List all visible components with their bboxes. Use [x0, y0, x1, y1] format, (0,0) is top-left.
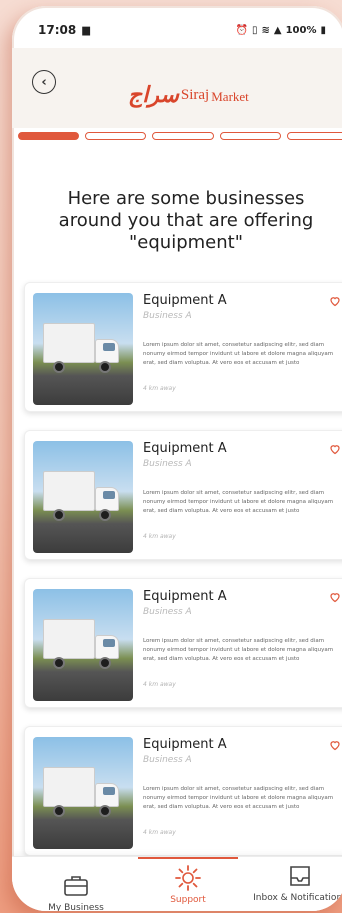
listing-business: Business A — [143, 755, 192, 765]
status-bar: 17:08 ▆ ⏰ ▯ ≋ ▲ 100% ▮ — [12, 6, 342, 46]
listing-distance: 4 km away — [143, 681, 176, 688]
truck-image — [33, 441, 133, 553]
listing-business: Business A — [143, 311, 192, 321]
listing-card[interactable]: Equipment A Business A Lorem ipsum dolor… — [24, 430, 342, 560]
logo-mark: سراج — [128, 82, 179, 108]
back-button[interactable]: ‹ — [32, 70, 56, 94]
siraj-market-logo: سراج Siraj Market — [128, 82, 249, 108]
progress-step-4 — [219, 132, 281, 140]
nav-support[interactable]: Support — [138, 857, 238, 905]
briefcase-icon — [64, 876, 88, 896]
listing-business: Business A — [143, 459, 192, 469]
listing-list: Equipment A Business A Lorem ipsum dolor… — [24, 282, 342, 874]
heart-icon[interactable] — [329, 591, 341, 603]
listing-title: Equipment A — [143, 441, 227, 456]
listing-title: Equipment A — [143, 589, 227, 604]
listing-business: Business A — [143, 607, 192, 617]
active-tab-indicator — [138, 857, 238, 859]
progress-step-2 — [85, 132, 147, 140]
phone-screen: 17:08 ▆ ⏰ ▯ ≋ ▲ 100% ▮ ‹ سراج Siraj Mark… — [12, 6, 342, 911]
truck-image — [33, 737, 133, 849]
listing-description: Lorem ipsum dolor sit amet, consetetur s… — [143, 638, 334, 662]
app-header: ‹ سراج Siraj Market — [12, 48, 342, 128]
truck-image — [33, 589, 133, 701]
heart-icon[interactable] — [329, 295, 341, 307]
heart-icon[interactable] — [329, 443, 341, 455]
progress-step-5 — [286, 132, 342, 140]
signal-icon: ▲ — [273, 24, 282, 36]
heart-icon[interactable] — [329, 739, 341, 751]
inbox-tray-icon — [290, 866, 310, 886]
nav-my-business[interactable]: My Business — [26, 871, 126, 911]
step-progress — [18, 130, 342, 142]
listing-description: Lorem ipsum dolor sit amet, consetetur s… — [143, 786, 334, 810]
gear-support-icon — [175, 865, 201, 891]
logo-siraj: Siraj — [180, 86, 210, 103]
chevron-left-icon: ‹ — [41, 74, 47, 90]
battery-icon: ▮ — [320, 24, 326, 36]
logo-market: Market — [211, 88, 249, 104]
alarm-icon: ⏰ — [235, 24, 248, 36]
battery-level: 100% — [285, 24, 317, 36]
listing-description: Lorem ipsum dolor sit amet, consetetur s… — [143, 490, 334, 514]
listing-distance: 4 km away — [143, 385, 176, 392]
progress-step-1 — [18, 132, 80, 140]
listing-title: Equipment A — [143, 293, 227, 308]
nav-support-label: Support — [170, 895, 206, 905]
progress-step-3 — [152, 132, 214, 140]
listing-description: Lorem ipsum dolor sit amet, consetetur s… — [143, 342, 334, 366]
listing-distance: 4 km away — [143, 829, 176, 836]
page-heading: Here are some businesses around you that… — [58, 188, 314, 253]
bottom-navigation: My Business Support Inbox & Notification… — [12, 856, 342, 911]
truck-image — [33, 293, 133, 405]
notification-icon: ▆ — [82, 24, 90, 36]
vibrate-icon: ▯ — [251, 24, 258, 36]
listing-card[interactable]: Equipment A Business A Lorem ipsum dolor… — [24, 282, 342, 412]
wifi-icon: ≋ — [261, 24, 270, 36]
listing-card[interactable]: Equipment A Business A Lorem ipsum dolor… — [24, 578, 342, 708]
status-time: 17:08 — [38, 23, 77, 37]
nav-my-business-label: My Business — [48, 903, 104, 911]
nav-inbox-label: Inbox & Notifications — [253, 893, 342, 903]
listing-title: Equipment A — [143, 737, 227, 752]
listing-distance: 4 km away — [143, 533, 176, 540]
nav-inbox-notifications[interactable]: Inbox & Notifications — [246, 861, 342, 903]
listing-card[interactable]: Equipment A Business A Lorem ipsum dolor… — [24, 726, 342, 856]
